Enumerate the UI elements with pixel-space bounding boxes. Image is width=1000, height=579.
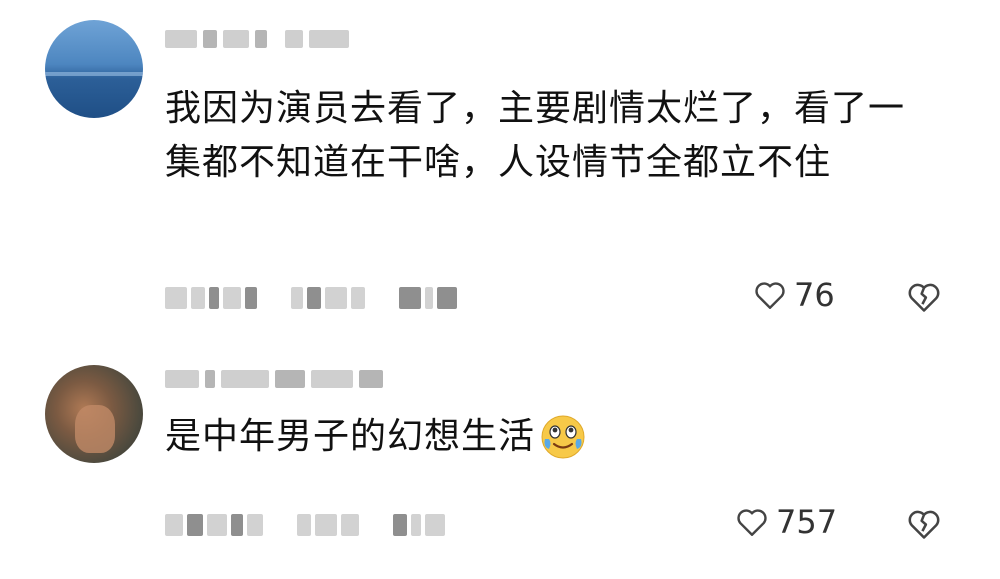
comment-text: 我因为演员去看了，主要剧情太烂了，看了一集都不知道在干啥，人设情节全都立不住 bbox=[165, 88, 906, 183]
broken-heart-icon[interactable] bbox=[905, 278, 943, 316]
username-blurred[interactable] bbox=[165, 30, 349, 50]
heart-outline-icon bbox=[755, 282, 785, 309]
avatar-sea-horizon bbox=[45, 72, 143, 76]
comment-text: 是中年男子的幻想生活 bbox=[165, 416, 536, 457]
username-blurred[interactable] bbox=[165, 370, 383, 390]
comment-meta-blurred bbox=[165, 283, 457, 313]
avatar[interactable] bbox=[45, 20, 143, 118]
broken-heart-icon[interactable] bbox=[905, 505, 943, 543]
comment-item: 是中年男子的幻想生活 757 bbox=[0, 345, 1000, 579]
like-button[interactable]: 757 bbox=[734, 503, 837, 541]
avatar-blurred-subject bbox=[75, 405, 115, 453]
like-count: 757 bbox=[776, 503, 838, 541]
comment-item: 我因为演员去看了，主要剧情太烂了，看了一集都不知道在干啥，人设情节全都立不住 7… bbox=[0, 0, 1000, 345]
avatar[interactable] bbox=[45, 365, 143, 463]
heart-outline-icon bbox=[737, 509, 767, 536]
like-button[interactable]: 76 bbox=[752, 276, 835, 314]
crying-laughing-emoji bbox=[541, 415, 585, 459]
comment-text-row: 是中年男子的幻想生活 bbox=[165, 410, 925, 464]
comment-meta-blurred bbox=[165, 510, 445, 540]
like-count: 76 bbox=[794, 276, 835, 314]
